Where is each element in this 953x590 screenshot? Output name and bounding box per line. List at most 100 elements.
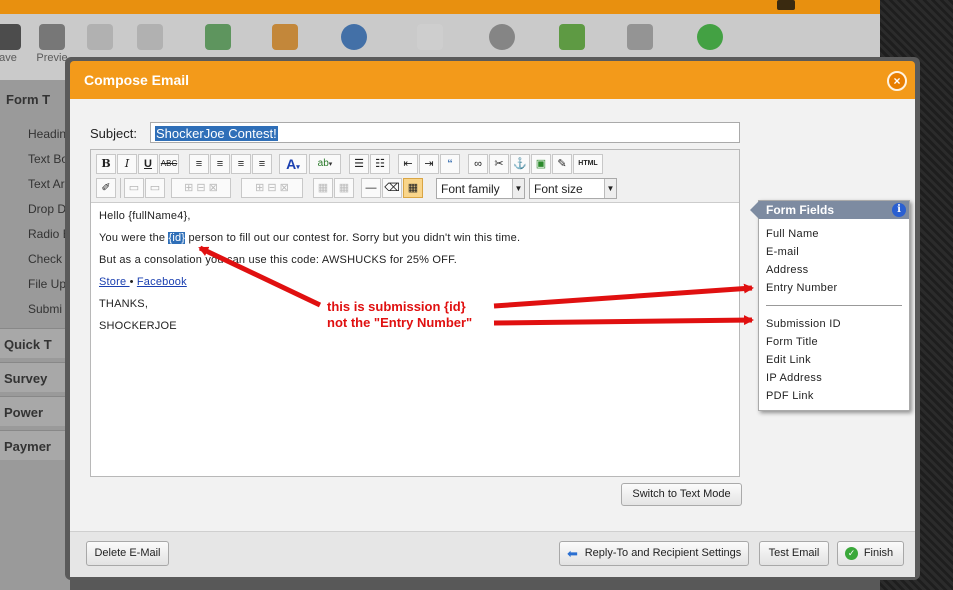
table-button[interactable]: ▦ [403, 178, 423, 198]
subject-value: ShockerJoe Contest! [155, 126, 278, 141]
facebook-link[interactable]: Facebook [137, 276, 187, 288]
sidebar-item-heading[interactable]: Headin [28, 127, 66, 141]
font-color-button[interactable]: A▾ [279, 154, 307, 174]
source-button[interactable] [408, 24, 452, 52]
align-left-button[interactable]: ≡ [189, 154, 209, 174]
save-label: ave [0, 52, 17, 64]
save-icon [0, 24, 21, 50]
font-size-select[interactable]: Font size ▼ [529, 178, 617, 199]
bold-button[interactable]: B [96, 154, 116, 174]
field-address[interactable]: Address [766, 264, 808, 276]
field-pdf-link[interactable]: PDF Link [766, 390, 814, 402]
column-tools-button[interactable]: ⊞ ⊟ ⊠ [241, 178, 303, 198]
html-button[interactable]: HTML [573, 154, 603, 174]
font-size-value: Font size [534, 182, 583, 196]
field-full-name[interactable]: Full Name [766, 228, 819, 240]
horizontal-rule-button[interactable]: — [361, 178, 381, 198]
thank-you-icon [272, 24, 298, 50]
italic-button[interactable]: I [117, 154, 137, 174]
align-right-button[interactable]: ≡ [231, 154, 251, 174]
row-tools-button[interactable]: ⊞ ⊟ ⊠ [171, 178, 231, 198]
form-fields-header: Form Fields i [759, 201, 909, 219]
integrations-button[interactable] [618, 24, 662, 52]
eraser-button[interactable]: ⌫ [382, 178, 402, 198]
sidebar-item-checkbox[interactable]: Check [28, 252, 62, 266]
store-link[interactable]: Store [99, 276, 130, 288]
merge-cells-button[interactable]: ▦ [313, 178, 333, 198]
sidebar-item-submit[interactable]: Submi [28, 302, 62, 316]
annotation-text: this is submission {id} not the "Entry N… [327, 299, 472, 331]
indent-button[interactable]: ⇥ [419, 154, 439, 174]
subject-input[interactable]: ShockerJoe Contest! [150, 122, 740, 143]
sidebar-item-dropdown[interactable]: Drop D [28, 202, 66, 216]
strikethrough-button[interactable]: ABC [159, 154, 179, 174]
form-tools-heading: Form T [6, 92, 51, 107]
plus-icon [697, 24, 723, 50]
section-survey[interactable]: Survey [0, 362, 70, 392]
link-button[interactable]: ∞ [468, 154, 488, 174]
redo-button[interactable] [128, 24, 172, 52]
field-submission-id[interactable]: Submission ID [766, 318, 841, 330]
panel-pointer [750, 201, 759, 219]
close-button[interactable]: × [887, 71, 907, 91]
save-button[interactable]: ave [0, 24, 30, 64]
section-payment[interactable]: Paymer [0, 430, 70, 460]
undo-button[interactable] [78, 24, 122, 52]
highlight-color-button[interactable]: ab▾ [309, 154, 341, 174]
edit-css-button[interactable]: ✐ [96, 178, 116, 198]
body-line: Hello {fullName4}, [99, 210, 191, 222]
unlink-button[interactable]: ✂ [489, 154, 509, 174]
align-center-button[interactable]: ≡ [210, 154, 230, 174]
section-power[interactable]: Power [0, 396, 70, 426]
sidebar-item-fileupload[interactable]: File Up [28, 277, 66, 291]
outdent-button[interactable]: ⇤ [398, 154, 418, 174]
font-family-select[interactable]: Font family ▼ [436, 178, 525, 199]
settings-button[interactable] [480, 24, 524, 52]
field-edit-link[interactable]: Edit Link [766, 354, 811, 366]
image-button[interactable]: ▣ [531, 154, 551, 174]
dialog-header: Compose Email × [70, 61, 915, 99]
sidebar-item-textarea[interactable]: Text Ar [28, 177, 65, 191]
test-email-button[interactable]: Test Email [759, 541, 829, 566]
field-form-title[interactable]: Form Title [766, 336, 818, 348]
delete-email-button[interactable]: Delete E-Mail [86, 541, 169, 566]
section-quick-tools[interactable]: Quick T [0, 328, 70, 358]
field-email[interactable]: E-mail [766, 246, 799, 258]
embed-button[interactable] [332, 24, 376, 52]
app-top-bar [0, 0, 880, 14]
sidebar-item-textbox[interactable]: Text Bo [28, 152, 68, 166]
conditions-button[interactable] [550, 24, 594, 52]
field-entry-number[interactable]: Entry Number [766, 282, 837, 294]
preview-label: Previe [36, 52, 68, 64]
arrow-left-icon: ⬅ [567, 546, 578, 561]
blockquote-button[interactable]: “ [440, 154, 460, 174]
switch-to-text-mode-button[interactable]: Switch to Text Mode [621, 483, 742, 506]
annotation-line: not the "Entry Number" [327, 315, 473, 330]
anchor-button[interactable]: ⚓ [510, 154, 530, 174]
undo-icon [87, 24, 113, 50]
bullet-list-button[interactable]: ☰ [349, 154, 369, 174]
document-icon [417, 24, 443, 50]
underline-button[interactable]: U [138, 154, 158, 174]
justify-button[interactable]: ≡ [252, 154, 272, 174]
table-props-button[interactable]: ▭ [145, 178, 165, 198]
cleanup-button[interactable]: ✎ [552, 154, 572, 174]
chevron-down-icon: ▼ [512, 179, 524, 198]
globe-icon [341, 24, 367, 50]
more-button[interactable] [688, 24, 732, 52]
finish-button[interactable]: ✓ Finish [837, 541, 904, 566]
email-icon [205, 24, 231, 50]
dialog-title: Compose Email [84, 72, 190, 88]
split-cells-button[interactable]: ▦ [334, 178, 354, 198]
thank-you-button[interactable] [263, 24, 307, 52]
bullet: • [129, 276, 134, 288]
email-tool-button[interactable] [196, 24, 240, 52]
numbered-list-button[interactable]: ☷ [370, 154, 390, 174]
top-bar-button[interactable] [777, 0, 795, 10]
selected-id-placeholder: {id} [168, 232, 186, 244]
reply-to-settings-button[interactable]: ⬅ Reply-To and Recipient Settings [559, 541, 749, 566]
chevron-down-icon: ▼ [604, 179, 616, 198]
info-icon[interactable]: i [892, 203, 906, 217]
hr-button[interactable]: ▭ [124, 178, 144, 198]
field-ip-address[interactable]: IP Address [766, 372, 822, 384]
